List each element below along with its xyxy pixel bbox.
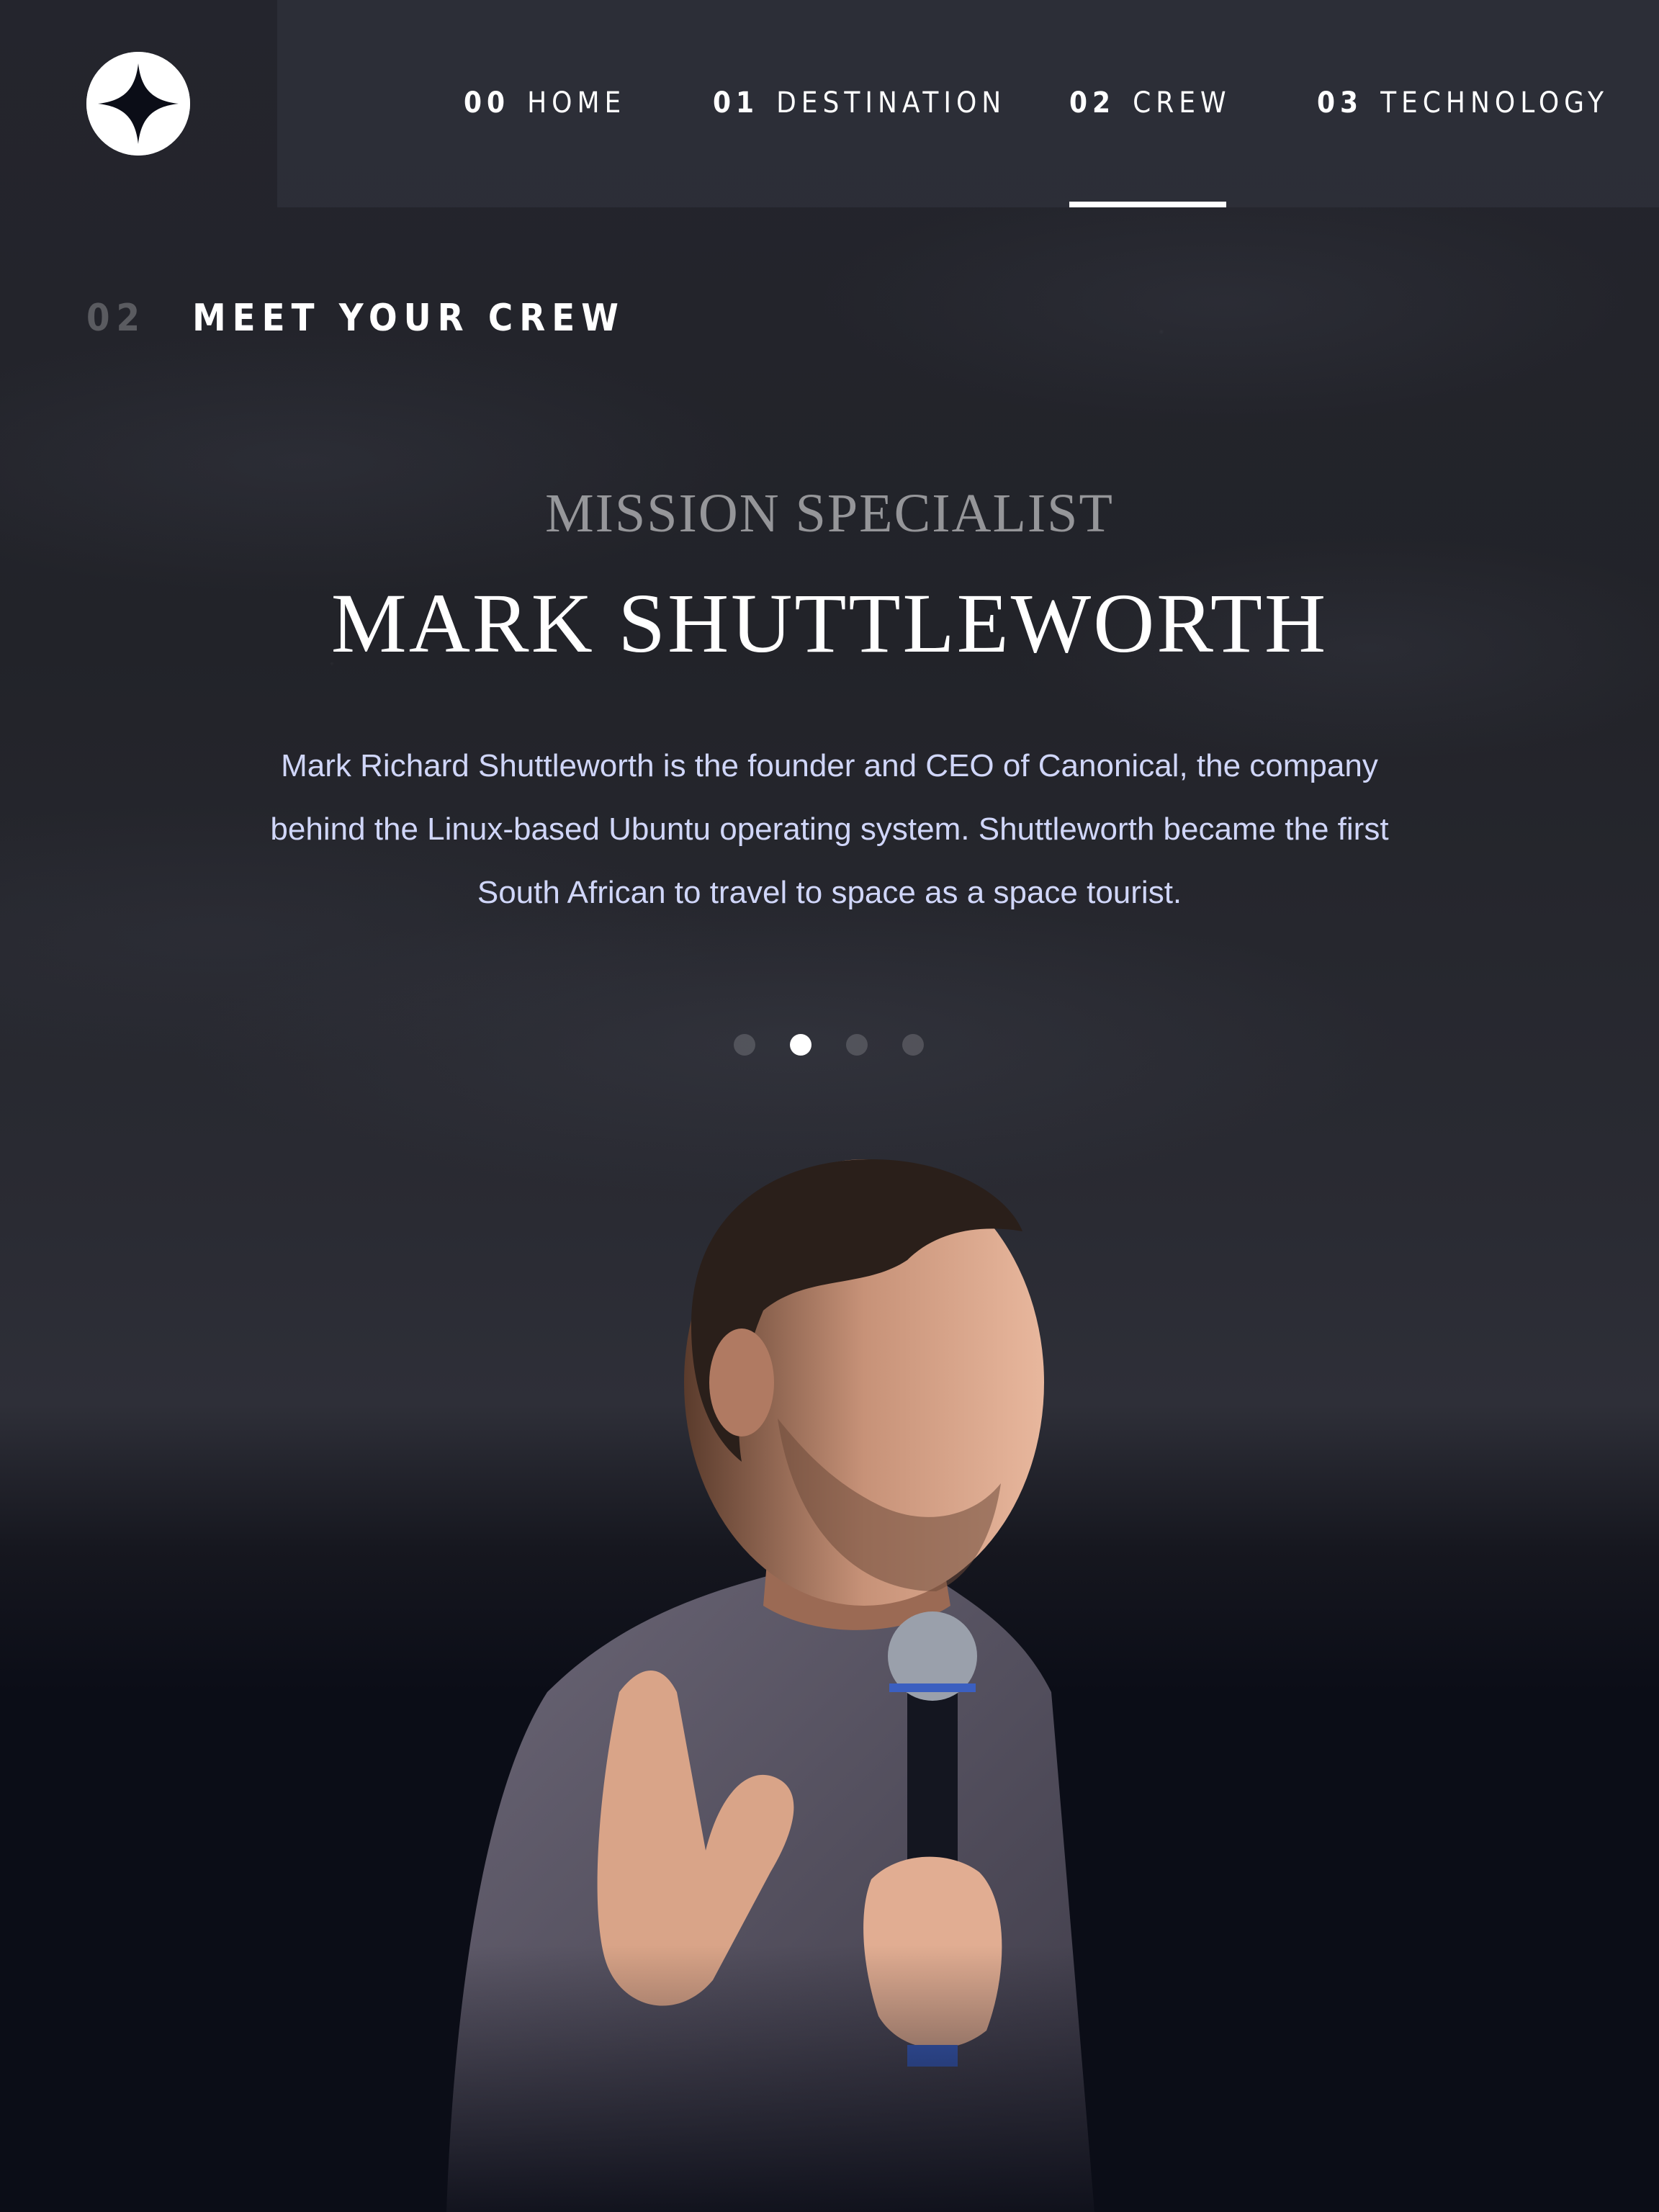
slide-dot-3[interactable] xyxy=(846,1034,868,1056)
crew-name: MARK SHUTTLEWORTH xyxy=(331,576,1328,670)
slide-dot-4[interactable] xyxy=(902,1034,924,1056)
page-heading: 02 MEET YOUR CREW xyxy=(86,297,625,340)
nav-item-number: 00 xyxy=(464,86,511,120)
page-heading-text: MEET YOUR CREW xyxy=(192,297,625,340)
nav-item-crew[interactable]: 02 CREW xyxy=(1069,86,1231,207)
nav-item-label: TECHNOLOGY xyxy=(1380,86,1609,120)
crew-bio: Mark Richard Shuttleworth is the founder… xyxy=(270,748,1389,910)
crew-slider-dots xyxy=(734,1034,924,1057)
crew-role: MISSION SPECIALIST xyxy=(545,483,1114,544)
slide-dot-2[interactable] xyxy=(790,1034,811,1056)
site-header: 00 HOME 01 DESTINATION 02 CREW 03 TECHNOLOGY xyxy=(0,0,1659,207)
nav-item-label: HOME xyxy=(527,86,626,120)
four-point-star-icon xyxy=(86,52,190,156)
star-logo-icon[interactable] xyxy=(86,52,190,156)
nav-item-home[interactable]: 00 HOME xyxy=(464,86,626,207)
main-nav: 00 HOME 01 DESTINATION 02 CREW 03 TECHNOLOGY xyxy=(277,0,1659,207)
nav-item-label: CREW xyxy=(1133,86,1231,120)
nav-item-label: DESTINATION xyxy=(776,86,1007,120)
crew-photo-illustration xyxy=(403,1145,1289,2212)
crew-member-photo xyxy=(403,1145,1289,2212)
nav-item-destination[interactable]: 01 DESTINATION xyxy=(713,86,1006,207)
nav-item-number: 01 xyxy=(713,86,760,120)
page-heading-number: 02 xyxy=(86,297,147,340)
nav-item-number: 02 xyxy=(1069,86,1116,120)
nav-item-number: 03 xyxy=(1317,86,1364,120)
slide-dot-1[interactable] xyxy=(734,1034,755,1056)
nav-item-technology[interactable]: 03 TECHNOLOGY xyxy=(1317,86,1609,207)
